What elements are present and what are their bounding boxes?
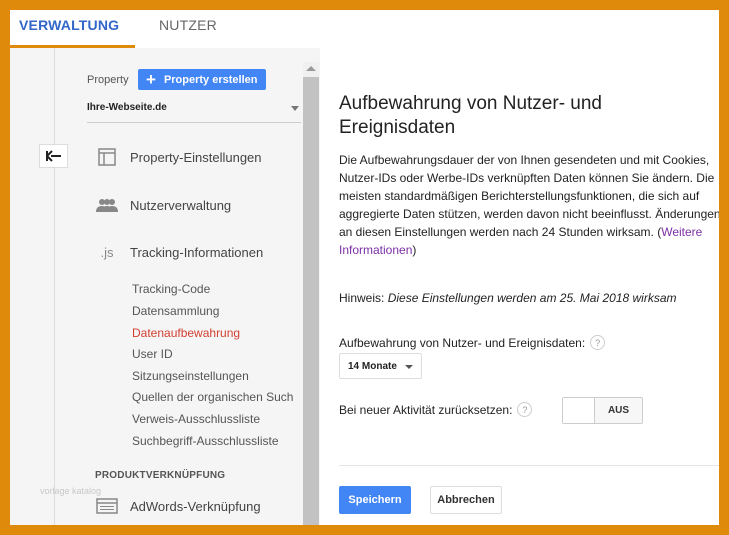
retention-setting-label: Aufbewahrung von Nutzer- und Ereignisdat…	[339, 335, 606, 350]
sidebar-scrollbar-thumb[interactable]	[303, 77, 319, 525]
tab-verwaltung[interactable]: VERWALTUNG	[19, 17, 119, 33]
help-icon[interactable]: ?	[590, 335, 606, 350]
sidebar-item-user-management[interactable]: Nutzerverwaltung	[96, 196, 231, 214]
help-icon[interactable]: ?	[517, 402, 533, 417]
description: Die Aufbewahrungsdauer der von Ihnen ges…	[339, 151, 719, 259]
retention-dropdown[interactable]: 14 Monate	[339, 353, 422, 379]
js-icon: .js	[100, 244, 114, 260]
sub-item-data-collection[interactable]: Datensammlung	[132, 304, 219, 318]
arrow-left-icon	[45, 150, 61, 162]
chevron-down-icon	[291, 106, 299, 111]
sub-item-session-settings[interactable]: Sitzungseinstellungen	[132, 369, 249, 383]
property-label: Property	[87, 74, 129, 86]
sidebar-item-label: Tracking-Informationen	[130, 244, 264, 260]
reset-setting-label: Bei neuer Aktivität zurücksetzen: ?	[339, 402, 533, 417]
reset-toggle[interactable]: AUS	[562, 397, 643, 424]
sub-item-search-term-exclusion[interactable]: Suchbegriff-Ausschlussliste	[132, 434, 279, 448]
sidebar-item-tracking-info[interactable]: .js Tracking-Informationen	[96, 243, 264, 261]
top-tabs: VERWALTUNG NUTZER	[10, 10, 719, 48]
divider	[339, 465, 719, 466]
back-button[interactable]	[39, 144, 68, 168]
sidebar-item-label: AdWords-Verknüpfung	[130, 498, 261, 514]
sidebar-divider	[54, 48, 55, 525]
sub-item-tracking-code[interactable]: Tracking-Code	[132, 282, 210, 296]
tab-nutzer[interactable]: NUTZER	[159, 17, 217, 33]
cancel-button[interactable]: Abbrechen	[430, 486, 502, 514]
sub-item-referral-exclusion[interactable]: Verweis-Ausschlussliste	[132, 412, 260, 426]
property-selector-value: Ihre-Webseite.de	[87, 102, 167, 113]
property-selector[interactable]: Ihre-Webseite.de	[87, 102, 301, 123]
retention-label-text: Aufbewahrung von Nutzer- und Ereignisdat…	[339, 335, 586, 350]
plus-icon: +	[146, 70, 156, 89]
scroll-up-icon[interactable]	[306, 66, 316, 71]
adwords-icon	[96, 497, 118, 515]
sub-item-user-id[interactable]: User ID	[132, 347, 173, 361]
layout-icon	[96, 148, 118, 166]
create-property-label: Property erstellen	[163, 73, 258, 86]
sidebar-item-label: Nutzerverwaltung	[130, 197, 232, 213]
sidebar-item-adwords-linking[interactable]: AdWords-Verknüpfung	[96, 497, 261, 515]
sidebar-item-label: Property-Einstellungen	[130, 149, 262, 165]
hint-note: Hinweis: Diese Einstellungen werden am 2…	[339, 291, 677, 305]
hint-text: Diese Einstellungen werden am 25. Mai 20…	[387, 291, 677, 305]
page-title: Aufbewahrung von Nutzer- und Ereignisdat…	[339, 93, 602, 138]
reset-label-text: Bei neuer Aktivität zurücksetzen:	[339, 402, 513, 417]
hint-label: Hinweis:	[339, 291, 388, 305]
main-panel: Aufbewahrung von Nutzer- und Ereignisdat…	[320, 48, 719, 525]
watermark: vorlage katalog	[40, 486, 102, 496]
section-heading-product-linking: PRODUKTVERKNÜPFUNG	[95, 470, 226, 481]
description-close-paren: )	[412, 243, 417, 257]
sub-item-data-retention[interactable]: Datenaufbewahrung	[132, 326, 240, 340]
people-icon	[96, 196, 118, 214]
toggle-knob	[563, 398, 595, 423]
chevron-down-icon	[405, 365, 413, 369]
toggle-label: AUS	[607, 405, 630, 416]
sidebar-item-property-settings[interactable]: Property-Einstellungen	[96, 148, 262, 166]
save-button[interactable]: Speichern	[339, 486, 411, 514]
sub-item-organic-search-sources[interactable]: Quellen der organischen Such	[132, 390, 293, 404]
retention-dropdown-value: 14 Monate	[348, 360, 397, 372]
app-window: VERWALTUNG NUTZER Property + Property er…	[10, 10, 719, 525]
create-property-button[interactable]: + Property erstellen	[138, 69, 266, 90]
